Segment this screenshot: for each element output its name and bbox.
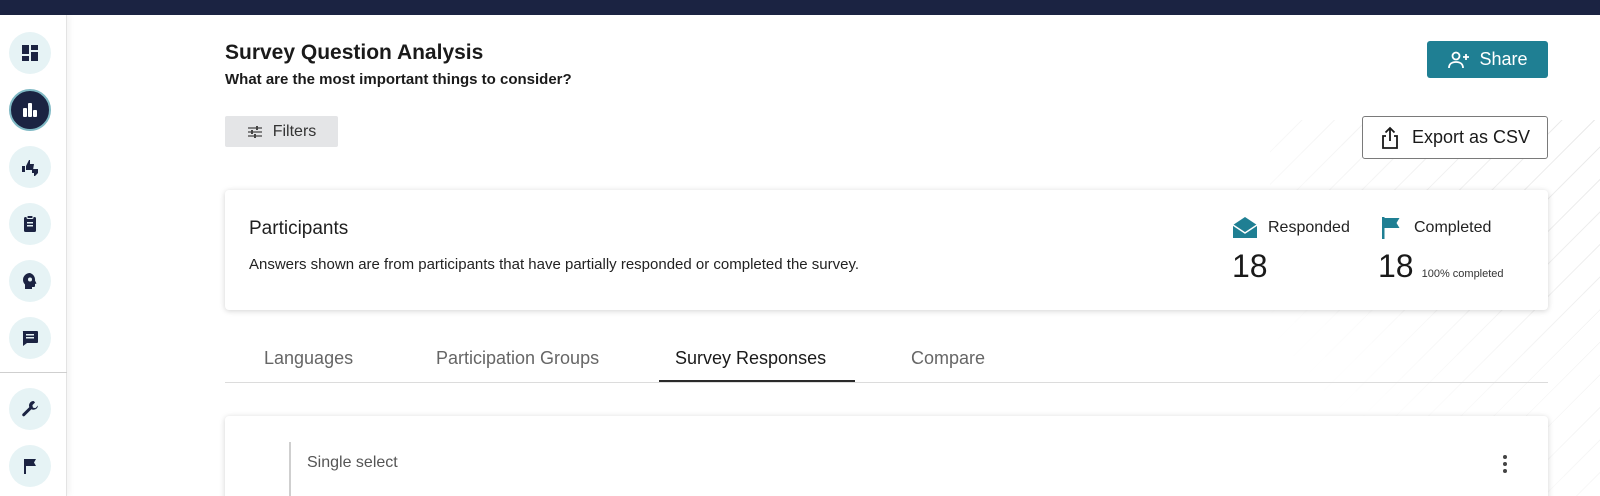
active-tab-indicator bbox=[659, 380, 855, 382]
envelope-open-icon bbox=[1232, 217, 1258, 238]
responded-count: 18 bbox=[1232, 248, 1268, 284]
tab-compare[interactable]: Compare bbox=[911, 348, 985, 369]
sidebar bbox=[0, 15, 67, 496]
tab-participation-groups[interactable]: Participation Groups bbox=[436, 348, 599, 369]
completed-count: 18 bbox=[1378, 248, 1414, 284]
flag-icon bbox=[1382, 217, 1400, 239]
completed-percent: 100% completed bbox=[1421, 268, 1504, 280]
sidebar-item-surveys[interactable] bbox=[9, 203, 51, 245]
tab-languages[interactable]: Languages bbox=[264, 348, 353, 369]
participants-card: Participants Answers shown are from part… bbox=[225, 190, 1548, 310]
flag-icon bbox=[24, 459, 36, 474]
dashboard-icon bbox=[22, 45, 38, 61]
completed-stat: Completed 18 100% completed bbox=[1378, 216, 1504, 285]
export-label: Export as CSV bbox=[1411, 127, 1531, 147]
filters-button[interactable]: Filters bbox=[225, 116, 338, 147]
clipboard-icon bbox=[24, 215, 36, 232]
top-bar bbox=[0, 0, 1600, 15]
idea-head-icon bbox=[23, 273, 37, 289]
thumbs-icon bbox=[22, 160, 38, 176]
completed-label: Completed bbox=[1414, 219, 1492, 236]
bar-chart-icon bbox=[23, 103, 37, 117]
question-type-label: Single select bbox=[307, 454, 398, 471]
responded-stat: Responded 18 bbox=[1232, 216, 1350, 285]
sidebar-divider bbox=[0, 372, 67, 373]
responded-label: Responded bbox=[1268, 219, 1350, 236]
sidebar-item-analysis[interactable] bbox=[9, 89, 51, 131]
wrench-icon bbox=[22, 401, 38, 417]
chat-icon bbox=[22, 331, 38, 346]
sidebar-item-feedback[interactable] bbox=[9, 146, 51, 188]
export-csv-button[interactable]: Export as CSV bbox=[1362, 116, 1548, 159]
sidebar-item-tools[interactable] bbox=[9, 388, 51, 430]
add-user-icon bbox=[1448, 51, 1470, 68]
sidebar-item-messages[interactable] bbox=[9, 317, 51, 359]
more-options-icon[interactable] bbox=[1495, 454, 1515, 474]
question-card: Single select bbox=[225, 416, 1548, 496]
sidebar-item-reports[interactable] bbox=[9, 445, 51, 487]
share-button[interactable]: Share bbox=[1427, 41, 1548, 78]
page-subtitle: What are the most important things to co… bbox=[225, 71, 572, 88]
question-accent-bar bbox=[289, 442, 291, 496]
page-title: Survey Question Analysis bbox=[225, 41, 484, 64]
tab-survey-responses[interactable]: Survey Responses bbox=[675, 348, 826, 369]
analysis-tabs: Languages Participation Groups Survey Re… bbox=[225, 337, 1548, 383]
filters-label: Filters bbox=[272, 122, 317, 140]
share-label: Share bbox=[1479, 49, 1528, 69]
sidebar-item-dashboard[interactable] bbox=[9, 32, 51, 74]
sliders-icon bbox=[247, 125, 262, 138]
participants-title: Participants bbox=[249, 218, 349, 239]
participants-description: Answers shown are from participants that… bbox=[249, 256, 860, 273]
export-icon bbox=[1382, 126, 1398, 149]
sidebar-item-insights[interactable] bbox=[9, 260, 51, 302]
